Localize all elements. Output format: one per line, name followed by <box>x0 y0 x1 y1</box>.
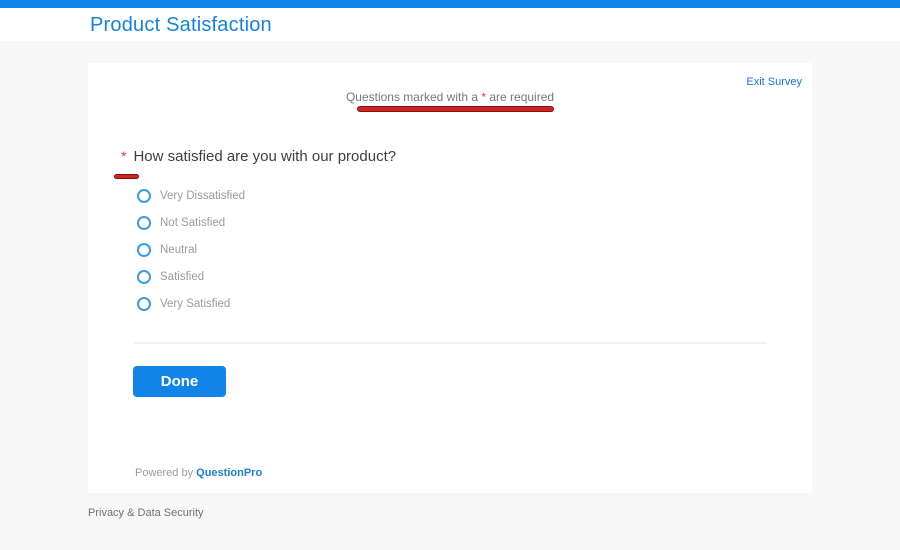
radio-button-icon[interactable] <box>137 269 151 284</box>
radio-button-icon[interactable] <box>137 188 151 203</box>
powered-by: Powered by QuestionPro <box>135 467 262 479</box>
question-required-star: * <box>121 148 127 164</box>
radio-button-icon[interactable] <box>137 242 151 257</box>
answer-options-list: Very Dissatisfied Not Satisfied Neutral … <box>137 182 245 317</box>
survey-card: Exit Survey Questions marked with a * ar… <box>88 63 812 493</box>
radio-button-icon[interactable] <box>137 296 151 311</box>
required-note-suffix: are required <box>486 90 555 104</box>
top-accent-bar <box>0 0 900 8</box>
done-button[interactable]: Done <box>133 366 226 397</box>
section-divider <box>134 342 767 344</box>
question-text-row: * How satisfied are you with our product? <box>121 148 396 165</box>
option-label: Satisfied <box>160 270 205 283</box>
required-note-prefix: Questions marked with a <box>345 90 482 104</box>
page-header: Product Satisfaction <box>0 8 900 43</box>
questionpro-brand-link[interactable]: QuestionPro <box>196 467 262 479</box>
option-neutral[interactable]: Neutral <box>137 236 245 263</box>
option-very-dissatisfied[interactable]: Very Dissatisfied <box>137 182 245 209</box>
annotation-underline-required-star <box>114 174 139 179</box>
option-satisfied[interactable]: Satisfied <box>137 263 245 290</box>
annotation-underline-required-note <box>357 106 554 112</box>
radio-button-icon[interactable] <box>137 215 151 230</box>
question-text: How satisfied are you with our product? <box>133 148 397 165</box>
powered-by-text: Powered by <box>135 467 197 479</box>
exit-survey-link[interactable]: Exit Survey <box>746 76 802 88</box>
required-note: Questions marked with a * are required <box>88 90 812 104</box>
option-label: Very Satisfied <box>160 297 231 310</box>
option-label: Very Dissatisfied <box>160 189 246 202</box>
option-not-satisfied[interactable]: Not Satisfied <box>137 209 245 236</box>
page-title: Product Satisfaction <box>90 14 272 36</box>
option-very-satisfied[interactable]: Very Satisfied <box>137 290 245 317</box>
privacy-data-security-link[interactable]: Privacy & Data Security <box>88 507 204 519</box>
option-label: Not Satisfied <box>160 216 226 229</box>
option-label: Neutral <box>160 243 198 256</box>
